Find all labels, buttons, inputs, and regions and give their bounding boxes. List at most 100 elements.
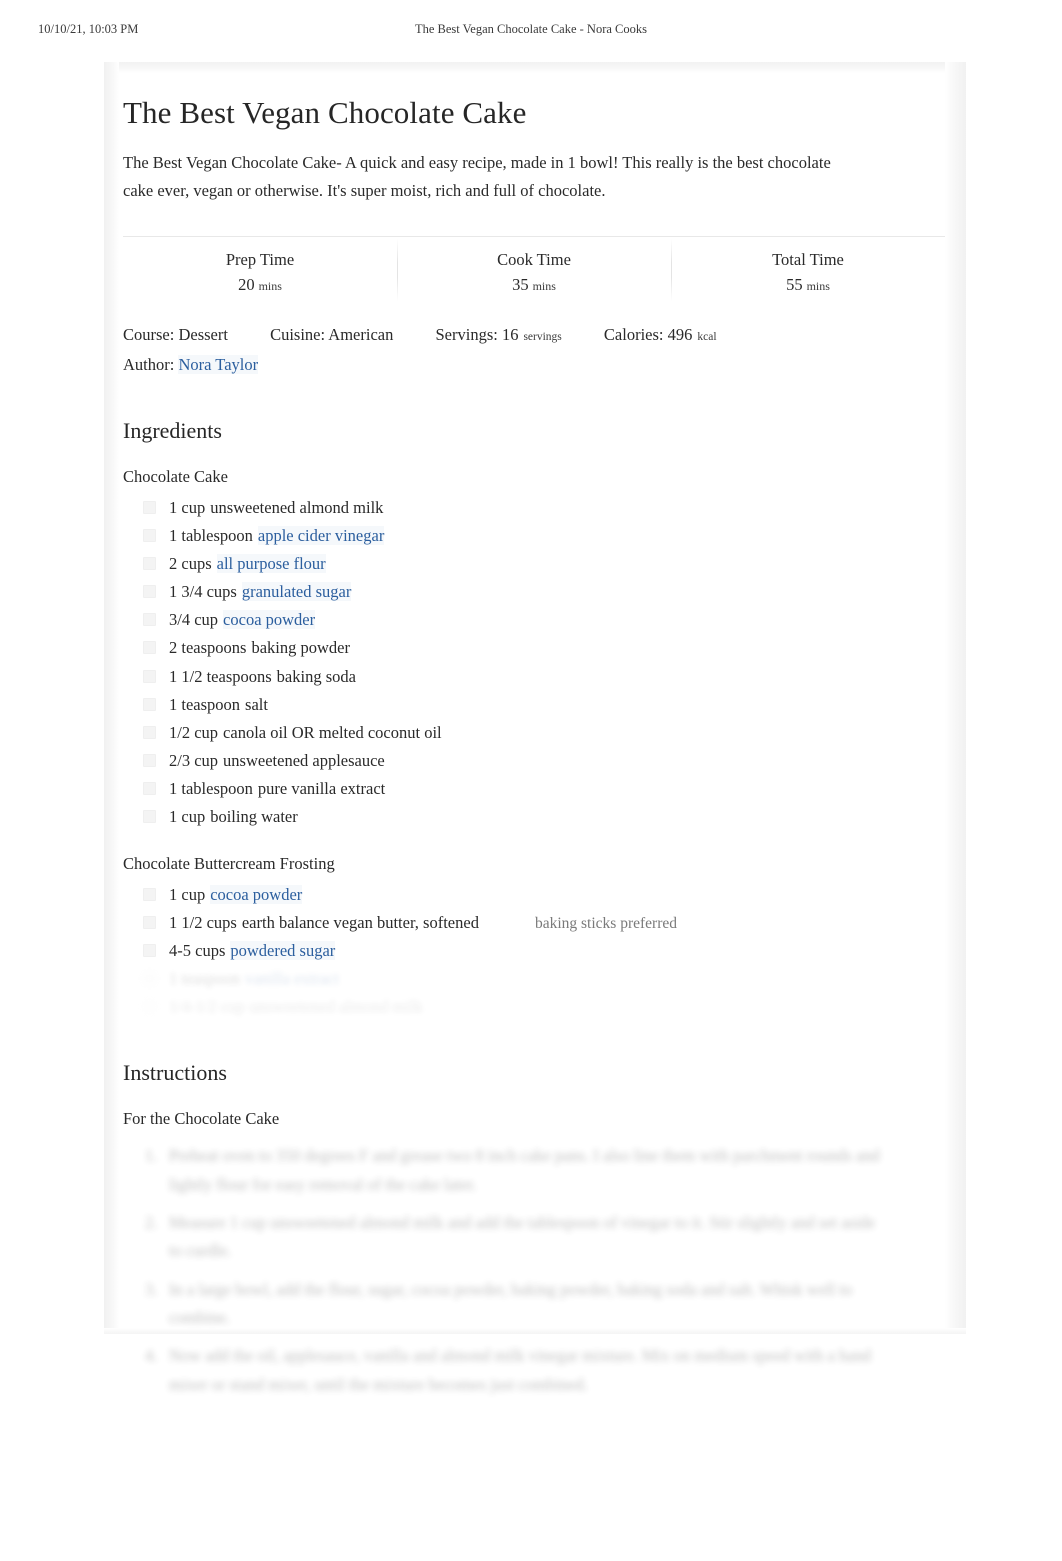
ingredient-name-link[interactable]: powdered sugar <box>230 940 336 960</box>
checkbox-icon[interactable] <box>143 501 156 515</box>
ingredient-name-link[interactable]: cocoa powder <box>223 610 316 630</box>
prep-time-value: 20 mins <box>238 275 282 295</box>
ingredient-amount: 1 tablespoon <box>169 778 253 798</box>
ingredient-name: salt <box>245 694 268 714</box>
ingredient-list: 1 cup cocoa powder 1 1/2 cups earth balanc… <box>123 881 945 1022</box>
ingredient-name-link[interactable]: granulated sugar <box>241 582 352 602</box>
recipe-meta-row-primary: Course: Dessert Cuisine: American Servin… <box>123 321 945 349</box>
meta-servings: Servings: 16 servings <box>435 325 561 344</box>
ingredient-amount: 1 cup <box>169 806 206 826</box>
checkbox-icon[interactable] <box>143 529 156 543</box>
ingredient-item[interactable]: 2 cups all purpose flour <box>143 550 945 578</box>
cook-time-unit: mins <box>532 278 556 293</box>
instruction-step: Now add the oil, applesauce, vanilla and… <box>145 1342 871 1394</box>
print-header: 10/10/21, 10:03 PM The Best Vegan Chocol… <box>0 22 1062 42</box>
ingredient-name: pure vanilla extract <box>257 778 386 798</box>
checkbox-icon[interactable] <box>143 1000 156 1014</box>
ingredient-name: unsweetened applesauce <box>223 750 385 770</box>
prep-time-unit: mins <box>258 278 282 293</box>
ingredient-name: baking powder <box>251 638 350 658</box>
meta-course: Course: Dessert <box>123 325 228 345</box>
ingredient-name: earth balance vegan butter, softened <box>241 912 479 932</box>
ingredient-amount: 1 1/2 cups <box>169 912 237 932</box>
ingredient-name-link[interactable]: vanilla extract <box>245 969 339 988</box>
prep-time-box: Prep Time 20 mins <box>123 237 397 303</box>
ingredient-name: baking soda <box>276 666 356 686</box>
checkbox-icon[interactable] <box>143 753 156 767</box>
ingredient-item[interactable]: 1 1/2 cups earth balance vegan butter, so… <box>143 909 945 937</box>
checkbox-icon[interactable] <box>143 915 156 929</box>
ingredient-item[interactable]: 3/4 cup cocoa powder <box>143 606 945 634</box>
instruction-step: In a large bowl, add the flour, sugar, c… <box>145 1276 853 1328</box>
ingredient-item[interactable]: 1 1/2 teaspoons baking soda <box>143 663 945 691</box>
total-time-number: 55 <box>786 274 803 294</box>
ingredient-item[interactable]: 2/3 cup unsweetened applesauce <box>143 747 945 775</box>
ingredient-amount: 4-5 cups <box>169 940 226 960</box>
meta-author-link[interactable]: Nora Taylor <box>178 354 259 374</box>
ingredient-item[interactable]: 1 teaspoon salt <box>143 691 945 719</box>
ingredient-item[interactable]: 1 tablespoon pure vanilla extract <box>143 775 945 803</box>
cook-time-value: 35 mins <box>512 275 556 295</box>
instructions-group-title: For the Chocolate Cake <box>123 1109 280 1129</box>
checkbox-icon[interactable] <box>143 557 156 571</box>
prep-time-label: Prep Time <box>225 250 295 270</box>
recipe-meta: Course: Dessert Cuisine: American Servin… <box>123 321 945 379</box>
checkbox-icon[interactable] <box>143 725 156 739</box>
ingredient-group-frosting: Chocolate Buttercream Frosting 1 cup coco… <box>123 852 945 1021</box>
checkbox-icon[interactable] <box>143 585 156 599</box>
ingredient-item[interactable]: 4-5 cups powdered sugar <box>143 937 945 965</box>
ingredient-name: canola oil OR melted coconut oil <box>223 722 442 742</box>
instruction-step: Preheat oven to 350 degrees F and grease… <box>145 1142 880 1194</box>
ingredient-item-obscured[interactable]: 1 teaspoon vanilla extract <box>143 965 945 993</box>
recipe-times: Prep Time 20 mins Cook Time 35 mins Total … <box>123 237 945 303</box>
checkbox-icon[interactable] <box>143 943 156 957</box>
ingredient-amount: 2/3 cup <box>169 750 219 770</box>
ingredient-name-link[interactable]: apple cider vinegar <box>257 526 385 546</box>
recipe-card: The Best Vegan Chocolate Cake The Best V… <box>104 62 966 1394</box>
checkbox-icon[interactable] <box>143 781 156 795</box>
checkbox-icon[interactable] <box>143 669 156 683</box>
checkbox-icon[interactable] <box>143 887 156 901</box>
cook-time-number: 35 <box>512 274 529 294</box>
ingredient-item[interactable]: 1 cup cocoa powder <box>143 881 945 909</box>
total-time-value: 55 mins <box>786 275 830 295</box>
card-edge-top <box>104 62 966 73</box>
ingredient-item[interactable]: 1 tablespoon apple cider vinegar <box>143 522 945 550</box>
prep-time-number: 20 <box>238 274 255 294</box>
card-edge-right <box>945 62 966 1334</box>
ingredient-name-link[interactable]: all purpose flour <box>216 554 326 574</box>
total-time-box: Total Time 55 mins <box>671 237 945 303</box>
cook-time-box: Cook Time 35 mins <box>397 237 671 303</box>
ingredient-amount: 2 teaspoons <box>169 638 247 658</box>
meta-cuisine: Cuisine: American <box>270 325 394 345</box>
ingredient-item-obscured[interactable]: 1/4-1/2 cup unsweetened almond milk <box>143 993 945 1021</box>
ingredient-item[interactable]: 1 cup unsweetened almond milk <box>143 494 945 522</box>
ingredient-item[interactable]: 1 3/4 cups granulated sugar <box>143 578 945 606</box>
meta-author-label: Author: <box>123 354 175 374</box>
instruction-list: Preheat oven to 350 degrees F and grease… <box>123 1142 945 1399</box>
ingredient-group-title: Chocolate Cake <box>123 467 228 487</box>
ingredient-amount: 3/4 cup <box>169 610 219 630</box>
recipe-card-content: The Best Vegan Chocolate Cake The Best V… <box>123 73 945 1394</box>
ingredient-name: boiling water <box>210 806 298 826</box>
ingredient-amount: 1 cup <box>169 498 206 518</box>
ingredient-item[interactable]: 1/2 cup canola oil OR melted coconut oil <box>143 719 945 747</box>
checkbox-icon[interactable] <box>143 697 156 711</box>
ingredient-note: baking sticks preferred <box>534 914 677 932</box>
ingredient-list: 1 cup unsweetened almond milk 1 tablespoo… <box>123 494 945 831</box>
checkbox-icon[interactable] <box>143 641 156 655</box>
ingredient-item[interactable]: 1 cup boiling water <box>143 803 945 831</box>
meta-servings-label: Servings: 16 <box>435 325 519 345</box>
ingredient-name-link[interactable]: cocoa powder <box>210 884 303 904</box>
checkbox-icon[interactable] <box>143 809 156 823</box>
ingredient-amount: 1 1/2 teaspoons <box>169 666 272 686</box>
print-page-title: The Best Vegan Chocolate Cake - Nora Coo… <box>414 22 647 36</box>
checkbox-icon[interactable] <box>143 613 156 627</box>
instruction-step: Measure 1 cup unsweetened almond milk an… <box>145 1209 876 1261</box>
ingredient-amount: 2 cups <box>169 554 212 574</box>
ingredient-amount: 1/2 cup <box>169 722 219 742</box>
checkbox-icon[interactable] <box>143 971 156 985</box>
cook-time-label: Cook Time <box>497 250 571 270</box>
ingredient-item[interactable]: 2 teaspoons baking powder <box>143 634 945 662</box>
recipe-title: The Best Vegan Chocolate Cake <box>123 95 527 130</box>
